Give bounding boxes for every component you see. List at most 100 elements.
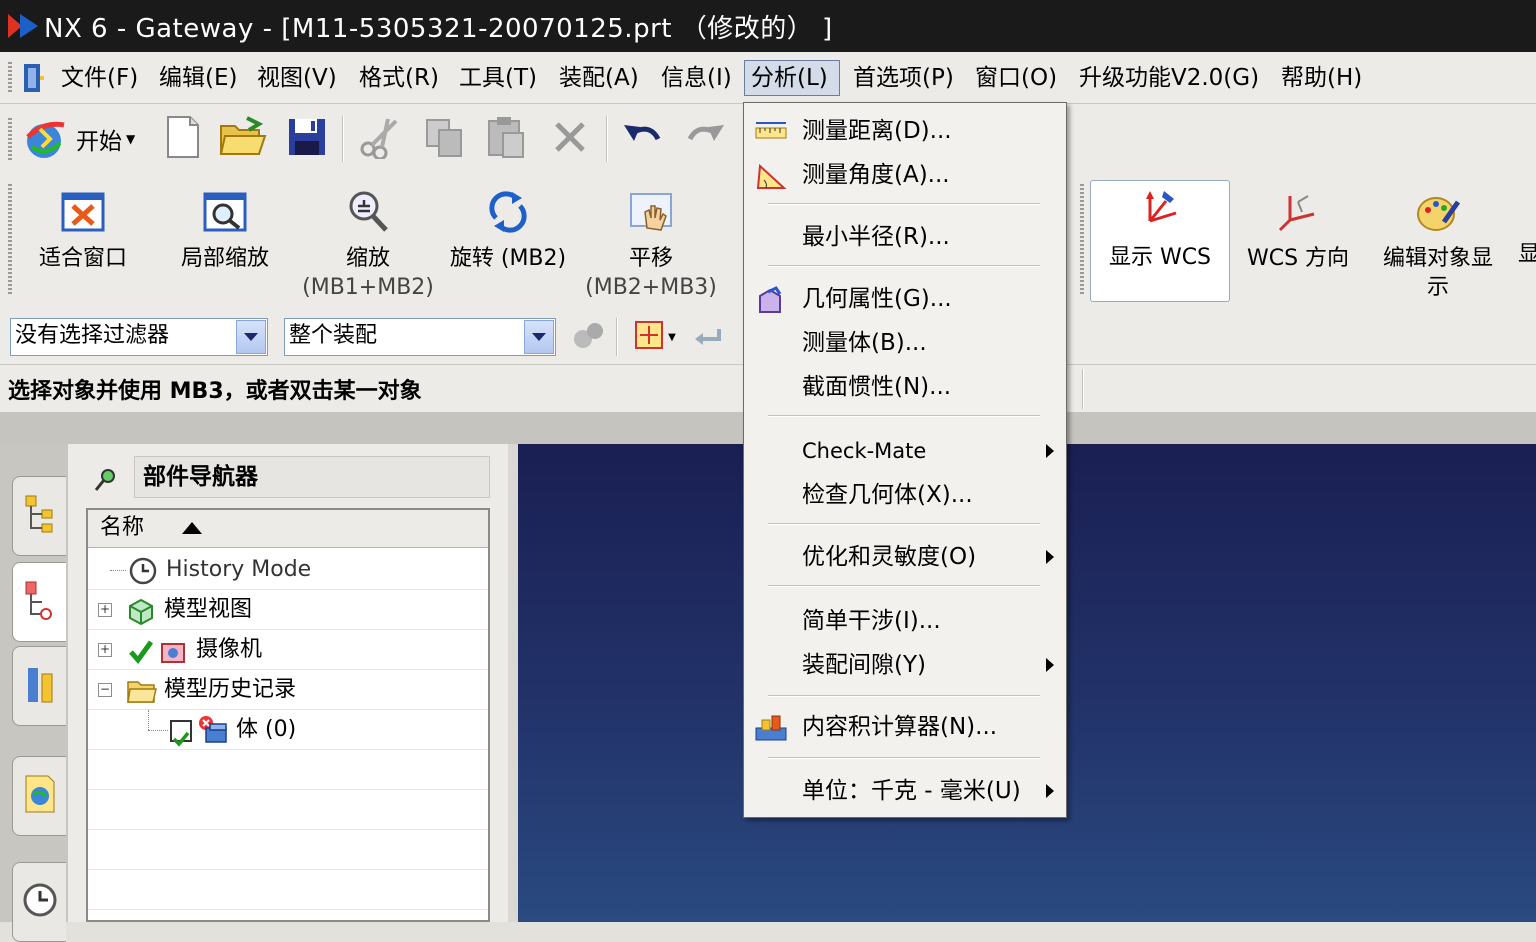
undo-button[interactable] xyxy=(618,116,666,162)
menu-separator xyxy=(768,585,1040,587)
menu-upgrade[interactable]: 升级功能V2.0(G) xyxy=(1072,60,1266,96)
tree-row-empty xyxy=(88,870,488,910)
edit-object-display-label-1: 编辑对象显 xyxy=(1382,246,1493,271)
zoom-region-button[interactable]: 局部缩放 xyxy=(168,182,282,302)
menu-format[interactable]: 格式(R) xyxy=(352,60,446,96)
start-globe-icon xyxy=(20,117,70,161)
wcs-orient-icon xyxy=(1274,188,1322,236)
copy-button[interactable] xyxy=(420,116,468,162)
menu-help[interactable]: 帮助(H) xyxy=(1274,60,1369,96)
edit-object-display-button[interactable]: 编辑对象显 示 xyxy=(1370,182,1506,302)
rotate-button[interactable]: 旋转 (MB2) xyxy=(446,182,570,302)
tree-row-history-mode[interactable]: History Mode xyxy=(88,550,488,590)
camera-icon xyxy=(158,636,190,666)
new-file-button[interactable] xyxy=(160,116,206,162)
return-arrow-icon xyxy=(693,323,723,353)
tree-row-label: 模型视图 xyxy=(164,597,253,622)
zoom-region-icon xyxy=(201,188,249,236)
menu-file[interactable]: 文件(F) xyxy=(54,60,145,96)
menu-item-assembly-clearance[interactable]: 装配间隙(Y) xyxy=(744,643,1066,687)
toolbar-grip[interactable] xyxy=(8,184,12,296)
wcs-orient-button[interactable]: WCS 方向 xyxy=(1240,182,1356,302)
menu-item-examine-geometry[interactable]: 检查几何体(X)... xyxy=(744,473,1066,517)
menu-item-label: 单位：千克 - 毫米(U) xyxy=(802,778,1021,804)
geometric-properties-icon xyxy=(754,285,786,313)
start-button[interactable]: 开始 ▼ xyxy=(20,114,150,164)
menubar-grip[interactable] xyxy=(8,62,12,94)
menu-item-measure-angle[interactable]: 测量角度(A)... xyxy=(744,153,1066,197)
visibility-checkbox[interactable] xyxy=(170,720,192,747)
tree-row-model-views[interactable]: + 模型视图 xyxy=(88,590,488,630)
pan-mouse-hint: (MB2+MB3) xyxy=(585,275,717,300)
menu-information[interactable]: 信息(I) xyxy=(654,60,739,96)
selection-scope-value: 整个装配 xyxy=(289,323,378,348)
panel-splitter[interactable] xyxy=(508,444,518,922)
chevron-down-icon[interactable] xyxy=(236,320,266,354)
redo-button[interactable] xyxy=(682,116,730,162)
globe-document-icon xyxy=(22,772,58,820)
menu-assembly[interactable]: 装配(A) xyxy=(552,60,646,96)
cut-button[interactable] xyxy=(356,116,404,162)
assembly-navigator-tab[interactable] xyxy=(12,476,66,556)
wcs-axes-icon xyxy=(1136,187,1184,235)
toolbar-grip[interactable] xyxy=(1080,184,1084,296)
part-tree-icon xyxy=(22,578,58,626)
menu-item-check-mate[interactable]: Check-Mate xyxy=(744,429,1066,473)
menu-separator xyxy=(768,523,1040,525)
wcs-orient-label: WCS 方向 xyxy=(1246,246,1350,271)
part-navigator-tab[interactable] xyxy=(12,562,66,642)
web-browser-tab[interactable] xyxy=(12,756,66,836)
rotate-label: 旋转 (MB2) xyxy=(449,246,567,271)
menu-item-simple-interference[interactable]: 简单干涉(I)... xyxy=(744,599,1066,643)
menu-item-measure-distance[interactable]: 测量距离(D)... xyxy=(744,109,1066,153)
reset-filter-button[interactable] xyxy=(690,320,726,356)
menu-window[interactable]: 窗口(O) xyxy=(968,60,1064,96)
menu-item-optimization-sensitivity[interactable]: 优化和灵敏度(O) xyxy=(744,535,1066,579)
title-bar: NX 6 - Gateway - [M11-5305321-20070125.p… xyxy=(0,0,1536,52)
toolbar-grip[interactable] xyxy=(8,118,12,160)
menu-item-volume-calculator[interactable]: 内容积计算器(N)... xyxy=(744,705,1066,749)
fit-window-button[interactable]: 适合窗口 xyxy=(28,182,138,302)
open-button[interactable] xyxy=(218,116,268,162)
reuse-library-tab[interactable] xyxy=(12,646,66,726)
tree-row-body[interactable]: 体 (0) xyxy=(88,710,488,750)
menu-tools[interactable]: 工具(T) xyxy=(452,60,544,96)
pan-button[interactable]: 平移 (MB2+MB3) xyxy=(584,182,718,302)
snap-point-button[interactable]: ▼ xyxy=(626,318,682,356)
history-tab[interactable] xyxy=(12,862,66,942)
library-icon xyxy=(22,662,58,710)
menu-item-measure-bodies[interactable]: 测量体(B)... xyxy=(744,321,1066,365)
menu-preferences[interactable]: 首选项(P) xyxy=(846,60,961,96)
filter-settings-button[interactable] xyxy=(568,318,608,356)
navigator-tree[interactable]: 名称 History Mode + 模型视图 + 摄像机 − 模型历史记录 体 … xyxy=(86,508,490,922)
menu-item-label: 几何属性(G)... xyxy=(802,286,952,312)
save-button[interactable] xyxy=(284,116,330,162)
tree-row-model-history[interactable]: − 模型历史记录 xyxy=(88,670,488,710)
show-wcs-button[interactable]: 显示 WCS xyxy=(1090,180,1230,302)
menu-separator xyxy=(768,203,1040,205)
paste-button[interactable] xyxy=(482,116,530,162)
submenu-arrow-icon xyxy=(1046,784,1054,798)
tree-row-cameras[interactable]: + 摄像机 xyxy=(88,630,488,670)
tree-connector xyxy=(110,570,126,571)
menu-item-section-inertia[interactable]: 截面惯性(N)... xyxy=(744,365,1066,409)
undo-arrow-icon xyxy=(620,119,664,159)
paste-clipboard-icon xyxy=(485,115,527,163)
selection-scope-dropdown[interactable]: 整个装配 xyxy=(284,318,556,356)
menu-view[interactable]: 视图(V) xyxy=(250,60,344,96)
zoom-button[interactable]: 缩放 (MB1+MB2) xyxy=(300,182,436,302)
type-filter-dropdown[interactable]: 没有选择过滤器 xyxy=(10,318,268,356)
menu-item-minimum-radius[interactable]: 最小半径(R)... xyxy=(744,215,1066,259)
delete-button[interactable] xyxy=(546,116,594,162)
pin-icon[interactable] xyxy=(92,464,122,494)
chevron-down-icon[interactable] xyxy=(524,320,554,354)
collapse-minus-icon[interactable]: − xyxy=(98,683,112,697)
menu-item-units[interactable]: 单位：千克 - 毫米(U) xyxy=(744,769,1066,813)
menu-edit[interactable]: 编辑(E) xyxy=(152,60,244,96)
menu-item-geometric-properties[interactable]: 几何属性(G)... xyxy=(744,277,1066,321)
redo-arrow-icon xyxy=(684,119,728,159)
menu-analysis[interactable]: 分析(L) xyxy=(744,60,840,96)
column-header-name[interactable]: 名称 xyxy=(88,510,488,548)
expand-plus-icon[interactable]: + xyxy=(98,643,112,657)
expand-plus-icon[interactable]: + xyxy=(98,603,112,617)
